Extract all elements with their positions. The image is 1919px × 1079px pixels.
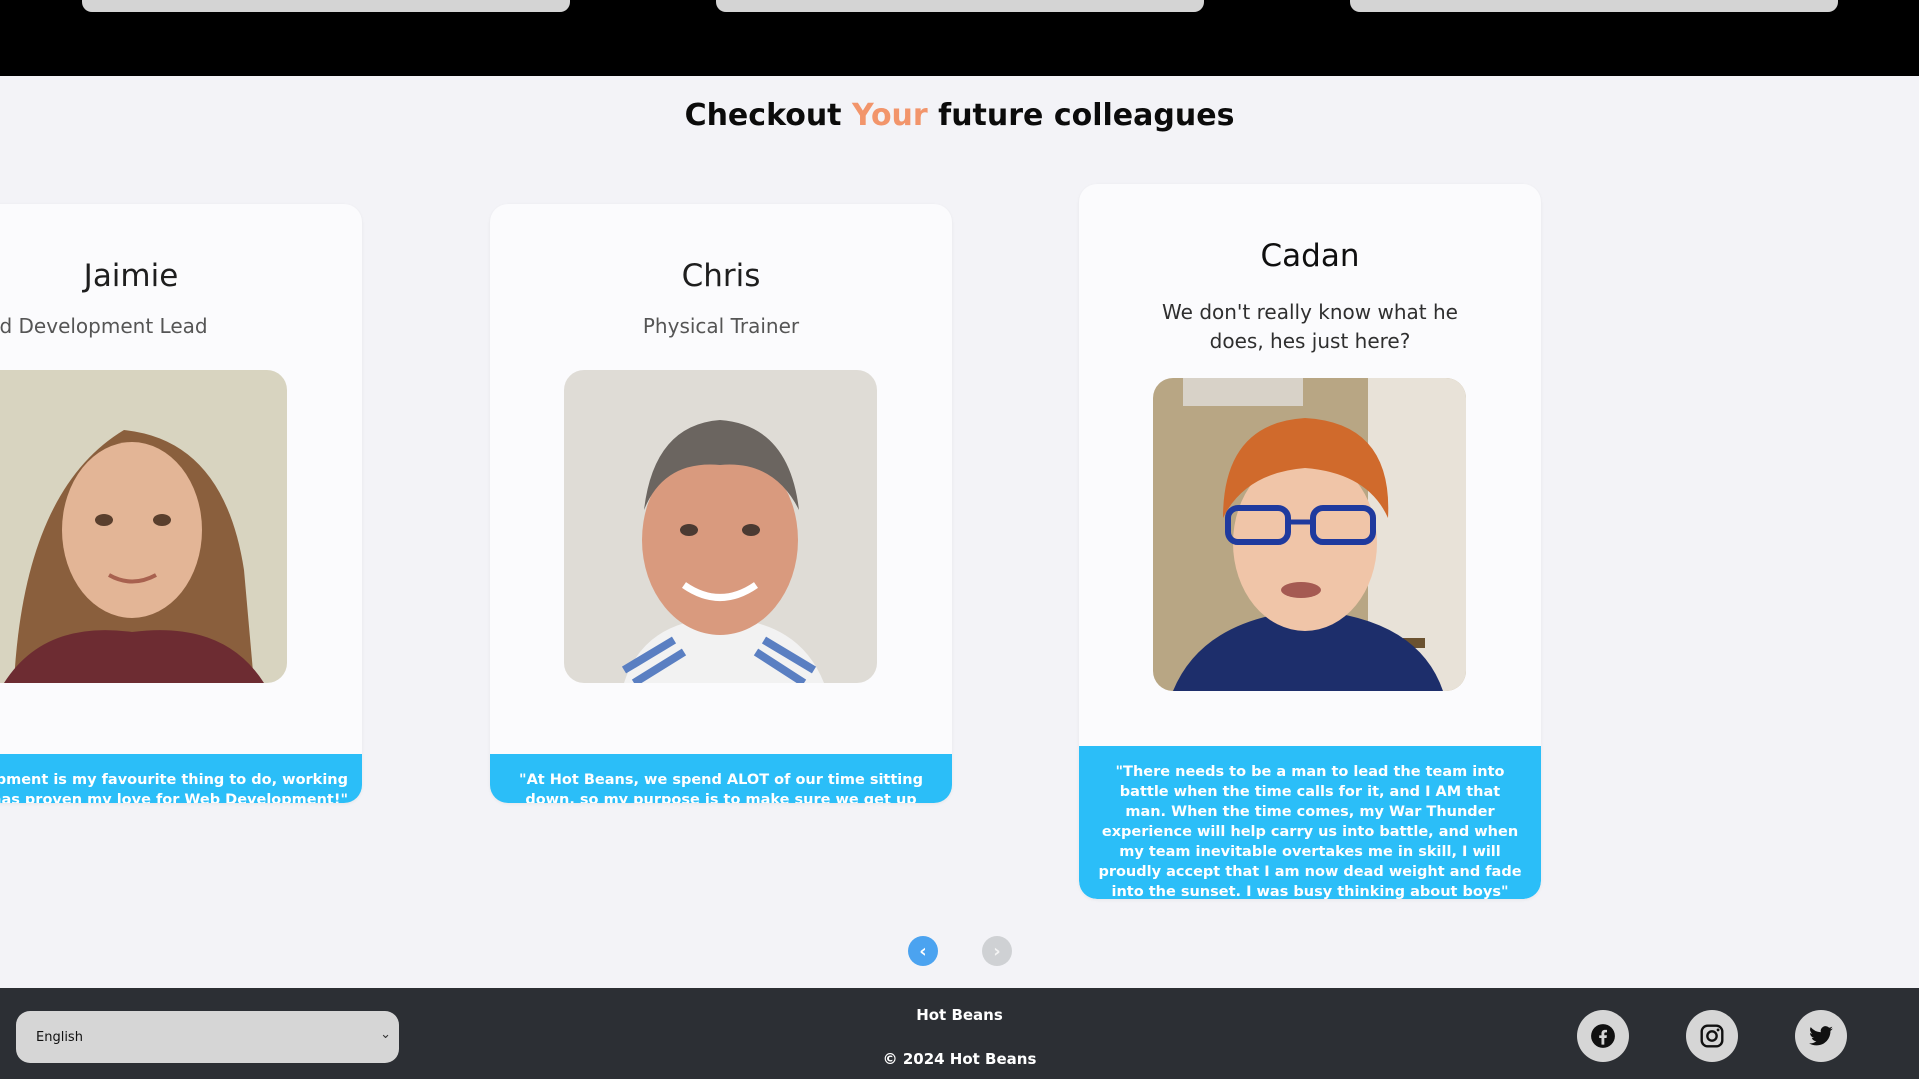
top-card-edge: [1350, 0, 1838, 12]
colleague-card-jaimie: Jaimie ront-End Development Lead develop…: [0, 204, 362, 803]
colleague-photo: [564, 370, 877, 683]
facebook-icon: [1591, 1024, 1615, 1048]
colleague-role: ront-End Development Lead: [0, 314, 208, 338]
twitter-icon: [1809, 1026, 1833, 1046]
footer-copyright: © 2024 Hot Beans: [882, 1050, 1037, 1068]
colleague-card-cadan: Cadan We don't really know what he does,…: [1079, 184, 1541, 899]
site-footer: English ⌄ Hot Beans © 2024 Hot Beans: [0, 988, 1919, 1079]
colleague-card-chris: Chris Physical Trainer "At Hot Beans, we…: [490, 204, 952, 803]
colleague-quote: "There needs to be a man to lead the tea…: [1079, 746, 1541, 899]
colleague-photo: [0, 370, 287, 683]
colleague-quote: "At Hot Beans, we spend ALOT of our time…: [490, 754, 952, 803]
chevron-left-icon: ‹: [919, 940, 927, 962]
language-selected: English: [36, 1029, 83, 1045]
colleague-carousel: Jaimie ront-End Development Lead develop…: [0, 180, 1919, 920]
colleague-name: Jaimie: [83, 258, 179, 294]
facebook-link[interactable]: [1577, 1010, 1629, 1062]
chevron-right-icon: ›: [993, 940, 1001, 962]
top-section: [0, 0, 1919, 76]
colleague-photo: [1153, 378, 1466, 691]
carousel-next-button[interactable]: ›: [982, 936, 1012, 966]
colleague-quote: development is my favourite thing to do,…: [0, 754, 362, 803]
instagram-icon: [1700, 1024, 1724, 1048]
top-card-edge: [82, 0, 570, 12]
instagram-link[interactable]: [1686, 1010, 1738, 1062]
heading-accent: Your: [851, 98, 928, 133]
chevron-down-icon: ⌄: [380, 1027, 391, 1042]
heading-text-start: Checkout: [684, 98, 852, 133]
heading-text-end: future colleagues: [927, 98, 1235, 133]
colleague-name: Cadan: [1260, 238, 1360, 274]
top-card-edge: [716, 0, 1204, 12]
carousel-prev-button[interactable]: ‹: [908, 936, 938, 966]
colleague-role: We don't really know what he does, hes j…: [1162, 300, 1458, 353]
colleague-role: Physical Trainer: [642, 314, 800, 338]
section-heading: Checkout Your future colleagues: [0, 98, 1919, 133]
colleague-name: Chris: [681, 258, 761, 294]
footer-brand: Hot Beans: [916, 1006, 1003, 1024]
twitter-link[interactable]: [1795, 1010, 1847, 1062]
